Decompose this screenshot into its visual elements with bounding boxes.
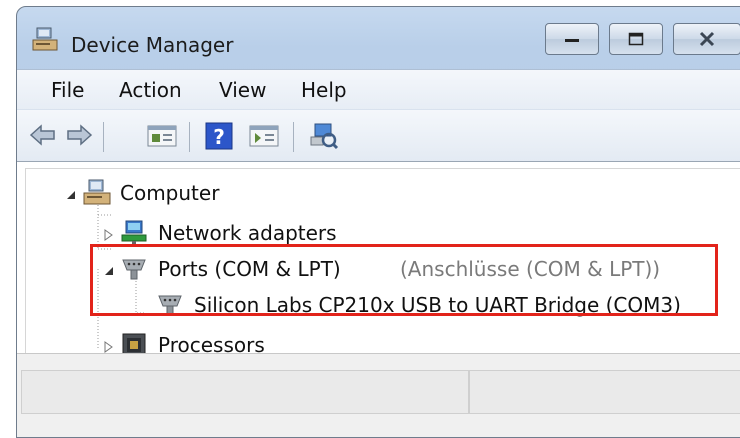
tree-label-ports-localized: (Anschlüsse (COM & LPT)) <box>400 257 661 281</box>
toolbar: ? <box>17 109 740 163</box>
toolbar-separator <box>103 122 104 152</box>
collapse-arrow-icon[interactable] <box>104 266 114 276</box>
computer-icon <box>83 179 111 205</box>
update-driver-icon[interactable] <box>249 122 279 148</box>
device-manager-window: Device Manager File Action View Help ? C… <box>16 6 740 438</box>
toolbar-separator <box>293 122 294 152</box>
tree-label-ports: Ports (COM & LPT) <box>158 257 341 281</box>
menu-bar: File Action View Help <box>17 69 740 110</box>
window-title: Device Manager <box>71 33 234 57</box>
svg-text:?: ? <box>213 125 225 149</box>
expand-arrow-icon[interactable] <box>104 341 114 353</box>
port-icon <box>158 295 182 316</box>
minimize-icon <box>565 39 579 42</box>
collapse-arrow-icon[interactable] <box>66 190 76 200</box>
title-bar[interactable]: Device Manager <box>17 7 740 63</box>
close-button[interactable] <box>673 23 740 55</box>
menu-file[interactable]: File <box>51 78 84 102</box>
tree-node-silicon-labs-device[interactable]: Silicon Labs CP210x USB to UART Bridge (… <box>26 289 736 323</box>
tree-label-silicon-labs-device: Silicon Labs CP210x USB to UART Bridge (… <box>194 293 681 317</box>
menu-view[interactable]: View <box>219 78 266 102</box>
network-adapter-icon <box>121 220 147 246</box>
scan-hardware-icon[interactable] <box>309 122 339 150</box>
tree-label-network-adapters: Network adapters <box>158 221 337 245</box>
maximize-icon <box>628 32 644 46</box>
toolbar-separator <box>189 122 190 152</box>
status-bar <box>17 353 740 437</box>
tree-panel: Computer Network adapters Ports (COM & L… <box>25 168 740 357</box>
forward-icon[interactable] <box>65 122 93 148</box>
minimize-button[interactable] <box>545 23 599 55</box>
help-icon[interactable]: ? <box>205 122 233 150</box>
back-icon[interactable] <box>29 122 57 148</box>
port-icon <box>122 259 146 280</box>
tree-node-network-adapters[interactable]: Network adapters <box>26 217 626 251</box>
device-tree: Computer Network adapters Ports (COM & L… <box>17 161 740 357</box>
status-cell <box>21 370 469 414</box>
tree-label-computer: Computer <box>120 181 220 205</box>
menu-help[interactable]: Help <box>301 78 347 102</box>
tree-node-ports[interactable]: Ports (COM & LPT) (Anschlüsse (COM & LPT… <box>26 253 726 287</box>
computer-icon <box>32 27 58 51</box>
expand-arrow-icon[interactable] <box>104 229 114 241</box>
maximize-button[interactable] <box>609 23 663 55</box>
tree-node-computer[interactable]: Computer <box>26 177 626 211</box>
menu-action[interactable]: Action <box>119 78 182 102</box>
close-icon <box>699 31 715 47</box>
status-cell <box>469 370 740 414</box>
properties-icon[interactable] <box>147 122 177 148</box>
